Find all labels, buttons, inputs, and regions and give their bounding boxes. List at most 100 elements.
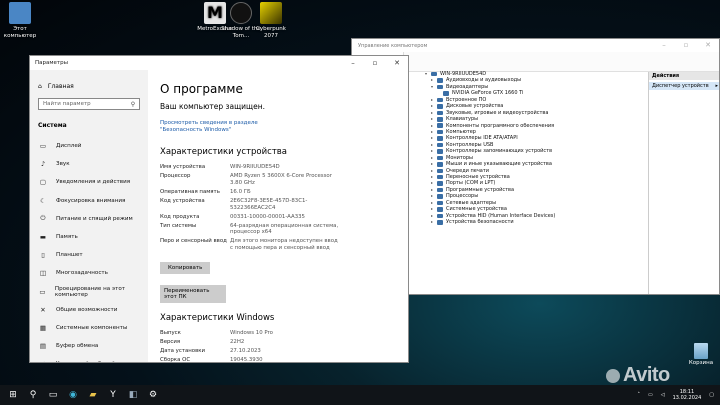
actions-pane: Действия Диспетчер устройств ▸ [648,72,719,294]
desktop-icon-label: Этот компьютер [3,26,37,39]
home-icon: ⌂ [38,83,42,90]
sidebar-item-power[interactable]: ⏻ Питание и спящий режим [30,210,148,228]
spec-key: Оперативная память [160,188,220,195]
spec-value: WIN-9RIIUUDE54D [230,164,280,170]
maximize-button[interactable]: ▫ [675,39,697,52]
settings-title: Параметры [35,60,68,66]
watermark-text: Avito [623,364,670,386]
clock[interactable]: 18:11 13.02.2024 [673,389,702,401]
device-category-icon [437,162,443,167]
device-category-icon [437,174,443,180]
sidebar-item-notifications[interactable]: ▢ Уведомления и действия [30,173,148,191]
sidebar-item-storage[interactable]: ▬ Память [30,228,148,246]
device-category-icon [437,136,443,141]
device-category-icon [437,97,443,103]
taskbar: ⊞ ⚲ ▭ ◉ ▰ Y ◧ ⚙ ˄ ▭ ◁ 18:11 13.02.2024 ▢ [0,385,720,405]
sidebar-item-clipboard[interactable]: ▤ Буфер обмена [30,337,148,355]
sidebar-item-system-components[interactable]: ▦ Системные компоненты [30,319,148,337]
about-page: О программе Ваш компьютер защищен. Просм… [148,70,408,362]
spec-key: Дата установки [160,348,206,355]
spec-row: Процессор AMD Ryzen 5 3600X 6-Core Proces… [160,173,398,187]
start-button[interactable]: ⊞ [6,385,20,405]
spec-row: Сборка ОС 19045.3930 [160,357,398,363]
task-view-icon[interactable]: ▭ [46,385,60,405]
search-icon[interactable]: ⚲ [26,385,40,405]
sidebar-item-home[interactable]: ⌂ Главная [30,70,148,96]
security-details-link[interactable]: Просмотреть сведения в разделе "Безопасн… [160,120,290,134]
spec-value: 16.0 ГБ [230,188,251,195]
device-category-icon [437,110,443,116]
sidebar-item-focus-assist[interactable]: ☾ Фокусировка внимания [30,192,148,210]
rename-pc-button[interactable]: Переименовать этот ПК [160,285,226,304]
device-specs-heading: Характеристики устройства [160,147,287,157]
sidebar-item-shared-experiences[interactable]: ✕ Общие возможности [30,301,148,319]
device-category-icon [437,78,443,83]
sidebar-item-label: Память [56,234,78,241]
volume-icon[interactable]: ◁ [661,392,665,398]
windows-specs-heading: Характеристики Windows [160,313,275,324]
settings-gear-icon[interactable]: ⚙ [146,385,160,405]
chevron-up-icon[interactable]: ˄ [638,392,641,398]
minimize-button[interactable]: – [342,56,364,70]
device-manager-taskbar-icon[interactable]: ◧ [126,385,140,405]
sidebar-item-sound[interactable]: ♪ Звук [30,155,148,173]
notifications-icon[interactable]: ▢ [709,392,714,398]
settings-titlebar[interactable]: Параметры – ▫ ✕ [30,56,408,70]
sidebar-item-label: Многозадачность [56,270,108,277]
spec-value: 00331-10000-00001-AA335 [230,213,305,220]
spec-key: Перо и сенсорный ввод [160,238,227,245]
spec-row: Имя устройства WIN-9RIIUUDE54D [160,164,398,171]
yandex-browser-icon[interactable]: Y [106,385,120,405]
close-button[interactable]: ✕ [697,39,719,52]
sidebar-item-multitasking[interactable]: ◫ Многозадачность [30,264,148,282]
sidebar-item-display[interactable]: ▭ Дисплей [30,137,148,155]
sidebar-item-label: Дисплей [56,143,82,150]
spec-value: 19045.3930 [230,357,263,363]
desktop-icon-cyberpunk[interactable]: Cyberpunk 2077 [249,2,293,39]
sidebar-item-label: Уведомления и действия [56,179,131,186]
device-category-icon [437,194,443,199]
storage-icon: ▬ [39,233,47,242]
device-tree-node[interactable]: ▸ Устройства безопасности [425,219,555,225]
sidebar-section-title: Система [38,122,67,129]
spec-value: 2E6C32F8-3E5E-457D-83C1-5322366EAC2C4 [230,197,308,211]
spec-value: 22H2 [230,339,245,346]
spec-key: Процессор [160,172,191,179]
device-category-icon [437,181,443,186]
sidebar-item-remote-desktop[interactable]: ⇄ Удаленный рабочий стол [30,355,148,362]
spec-row: Выпуск Windows 10 Pro [160,330,398,337]
sidebar-item-projecting[interactable]: ▭ Проецирование на этот компьютер [30,283,148,301]
spec-value: 27.10.2023 [230,348,261,355]
edge-icon[interactable]: ◉ [66,385,80,405]
settings-search-input[interactable]: Найти параметр ⚲ [38,98,140,110]
spec-key: Код продукта [160,213,200,220]
sidebar-item-label: Системные компоненты [56,324,128,331]
search-icon: ⚲ [130,100,136,108]
device-tree[interactable]: ▾ WIN-9RIIUUDE54D ▸ Аудиовходы и аудиовых… [425,71,555,226]
desktop-icon-this-pc[interactable]: Этот компьютер [0,2,42,39]
maximize-button[interactable]: ▫ [364,56,386,70]
device-category-icon [437,104,443,109]
device-category-icon [437,155,443,161]
file-explorer-icon[interactable]: ▰ [86,385,100,405]
settings-window[interactable]: Параметры – ▫ ✕ ⌂ Главная Найти параметр… [29,55,409,363]
cyberpunk-icon [260,2,282,24]
sidebar-item-label: Общие возможности [56,306,118,313]
close-button[interactable]: ✕ [386,56,408,70]
notifications-icon: ▢ [39,178,47,187]
desktop-icon-recycle-bin[interactable]: Корзина [686,343,716,366]
device-category-icon [437,200,443,206]
network-icon[interactable]: ▭ [648,392,653,398]
chevron-right-icon: ▸ [715,83,718,89]
actions-header: Действия [649,72,719,80]
minimize-button[interactable]: – [653,39,675,52]
copy-button[interactable]: Копировать [160,262,211,275]
device-manager-titlebar[interactable]: Управление компьютером – ▫ ✕ [352,39,719,52]
actions-item-label: Диспетчер устройств [652,83,709,89]
spec-key: Код устройства [160,197,205,204]
sidebar-item-tablet[interactable]: ▯ Планшет [30,246,148,264]
actions-device-manager-item[interactable]: Диспетчер устройств ▸ [649,82,719,90]
device-manager-title: Управление компьютером [358,42,428,49]
clipboard-icon: ▤ [39,342,47,351]
settings-sidebar: ⌂ Главная Найти параметр ⚲ Система ▭ Дисп… [30,70,148,362]
